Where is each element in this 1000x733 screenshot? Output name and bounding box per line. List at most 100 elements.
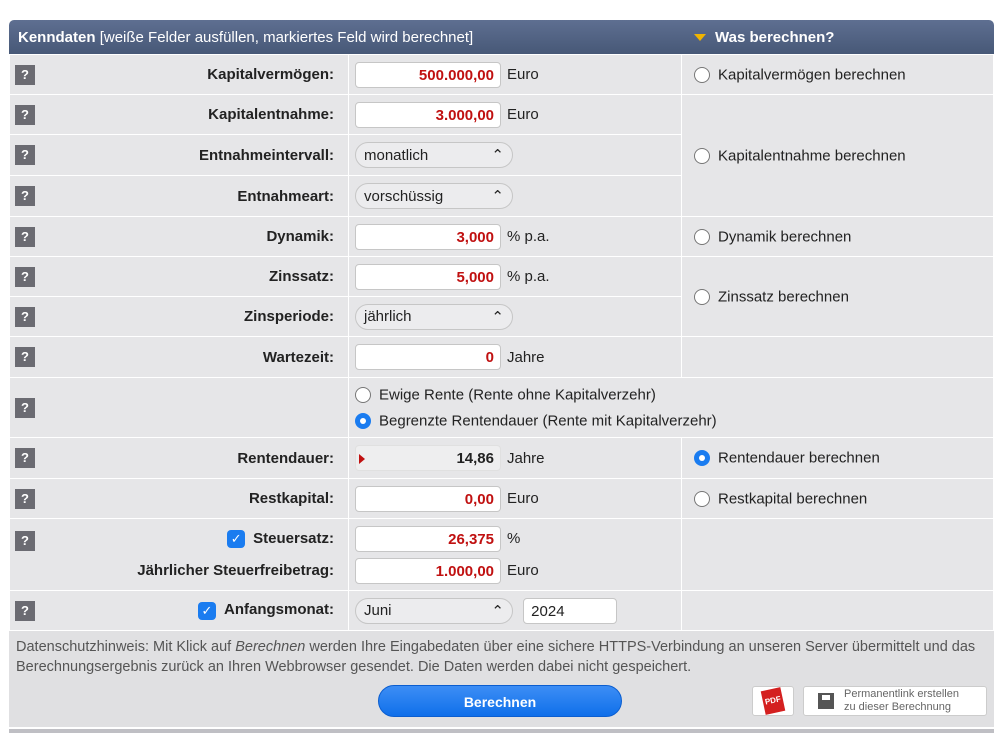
input-grid: ? Kapitalvermögen: 500.000,00 Euro Kapita…: [9, 54, 994, 631]
radio-rentendauer[interactable]: [694, 450, 710, 467]
header-title-text: Kenndaten: [18, 28, 96, 46]
help-icon[interactable]: ?: [15, 266, 35, 287]
label-wartezeit: Wartezeit:: [40, 336, 349, 378]
label-anfangsmonat: Anfangsmonat:: [224, 601, 334, 619]
updown-chevron-icon: ⌃: [491, 602, 504, 620]
updown-chevron-icon: ⌃: [491, 188, 504, 205]
help-icon[interactable]: ?: [15, 226, 35, 247]
result-marker-icon: [359, 454, 365, 464]
rentendauer-result: 14,86: [355, 445, 501, 471]
help-icon[interactable]: ?: [15, 186, 35, 206]
wartezeit-input[interactable]: 0: [355, 344, 501, 370]
kapitalentnahme-input[interactable]: 3.000,00: [355, 101, 501, 128]
updown-chevron-icon: ⌃: [491, 147, 504, 164]
select-value: monatlich: [364, 146, 429, 164]
radio-zinssatz[interactable]: [694, 288, 710, 305]
dynamik-input[interactable]: 3,000: [355, 223, 501, 250]
help-icon[interactable]: ?: [15, 600, 35, 621]
bottom-border: [9, 729, 994, 733]
option-label: Kapitalentnahme berechnen: [718, 147, 906, 165]
berechnen-button[interactable]: Berechnen: [378, 685, 622, 717]
permalink-line: zu dieser Berechnung: [844, 701, 952, 713]
steuersatz-input[interactable]: 26,375: [355, 525, 501, 552]
radio-kapitalentnahme[interactable]: [694, 147, 710, 164]
option-label: Restkapital berechnen: [718, 490, 868, 508]
help-icon[interactable]: ?: [15, 347, 35, 367]
permalink-line: Permanentlink erstellen: [844, 688, 959, 700]
floppy-disk-icon: [818, 693, 834, 709]
radio-begrenzte-rentendauer[interactable]: [355, 412, 371, 429]
option-label: Ewige Rente (Rente ohne Kapitalverzehr): [379, 386, 656, 404]
select-value: vorschüssig: [364, 187, 444, 205]
unit-text: Euro: [507, 490, 539, 507]
anfangsmonat-checkbox[interactable]: ✓: [198, 601, 216, 620]
radio-dynamik[interactable]: [694, 228, 710, 245]
restkapital-input[interactable]: 0,00: [355, 485, 501, 512]
privacy-emphasis: Berechnen: [235, 639, 306, 655]
label-kapitalvermoegen: Kapitalvermögen:: [40, 54, 349, 95]
permalink-button[interactable]: Permanentlink erstellen zu dieser Berechn…: [803, 686, 987, 716]
footer: Datenschutzhinweis: Mit Klick auf Berech…: [9, 631, 994, 727]
entnahmeart-select[interactable]: vorschüssig ⌃: [355, 183, 513, 209]
unit-text: Euro: [507, 106, 539, 123]
option-label: Dynamik berechnen: [718, 228, 852, 246]
pdf-button[interactable]: PDF: [752, 686, 794, 716]
help-icon[interactable]: ?: [15, 306, 35, 327]
what-to-calc-header[interactable]: Was berechnen?: [668, 29, 834, 46]
empty-cell: [681, 518, 994, 591]
header-bar: Kenndaten [weiße Felder ausfüllen, marki…: [9, 20, 994, 54]
calculator-panel: Kenndaten [weiße Felder ausfüllen, marki…: [9, 20, 994, 727]
triangle-down-icon: [694, 33, 706, 41]
option-label: Kapitalvermögen berechnen: [718, 66, 906, 84]
steuersatz-checkbox[interactable]: ✓: [227, 529, 246, 548]
privacy-text: Datenschutzhinweis: Mit Klick auf: [16, 639, 236, 655]
help-icon[interactable]: ?: [15, 531, 35, 551]
unit-text: Jahre: [507, 348, 545, 366]
label-freibetrag: Jährlicher Steuerfreibetrag:: [137, 561, 334, 579]
year-input[interactable]: 2024: [523, 597, 618, 624]
label-kapitalentnahme: Kapitalentnahme:: [40, 94, 349, 135]
help-icon[interactable]: ?: [15, 448, 35, 468]
option-label: Zinssatz berechnen: [718, 288, 849, 306]
zinsperiode-select[interactable]: jährlich ⌃: [355, 303, 513, 330]
help-icon[interactable]: ?: [15, 397, 35, 418]
option-label: Begrenzte Rentendauer (Rente mit Kapital…: [379, 412, 717, 430]
help-icon[interactable]: ?: [15, 145, 35, 165]
header-title: Kenndaten [weiße Felder ausfüllen, marki…: [9, 29, 668, 46]
unit-text: Euro: [507, 66, 539, 83]
rentenart-option-ewig[interactable]: Ewige Rente (Rente ohne Kapitalverzehr): [355, 382, 993, 408]
entnahmeintervall-select[interactable]: monatlich ⌃: [355, 142, 513, 168]
help-icon[interactable]: ?: [15, 64, 35, 85]
pdf-icon: PDF: [760, 687, 786, 715]
label-rentendauer: Rentendauer:: [40, 437, 349, 479]
label-entnahmeart: Entnahmeart:: [40, 175, 349, 217]
help-icon[interactable]: ?: [15, 488, 35, 509]
header-subtitle: [weiße Felder ausfüllen, markiertes Feld…: [99, 28, 474, 46]
unit-text: Jahre: [507, 449, 545, 467]
result-value: 14,86: [456, 450, 494, 467]
empty-cell: [681, 590, 994, 631]
label-dynamik: Dynamik:: [40, 216, 349, 257]
unit-text: % p.a.: [507, 268, 550, 285]
radio-restkapital[interactable]: [694, 490, 710, 507]
label-zinsperiode: Zinsperiode:: [40, 296, 349, 337]
permalink-label: Permanentlink erstellen zu dieser Berechn…: [844, 688, 959, 714]
freibetrag-input[interactable]: 1.000,00: [355, 557, 501, 584]
kapitalvermoegen-input[interactable]: 500.000,00: [355, 61, 501, 88]
steuersatz-label-row: ✓ Steuersatz:: [40, 523, 334, 555]
privacy-notice: Datenschutzhinweis: Mit Klick auf Berech…: [16, 637, 987, 677]
label-restkapital: Restkapital:: [40, 478, 349, 519]
anfangsmonat-select[interactable]: Juni ⌃: [355, 597, 513, 624]
updown-chevron-icon: ⌃: [491, 308, 504, 326]
help-icon[interactable]: ?: [15, 104, 35, 125]
option-label: Rentendauer berechnen: [718, 449, 880, 467]
radio-kapitalvermoegen[interactable]: [694, 66, 710, 83]
label-entnahmeintervall: Entnahmeintervall:: [40, 134, 349, 176]
radio-ewige-rente[interactable]: [355, 387, 371, 403]
unit-text: %: [507, 529, 521, 547]
unit-text: % p.a.: [507, 228, 550, 245]
zinssatz-input[interactable]: 5,000: [355, 263, 501, 290]
unit-text: Euro: [507, 561, 539, 579]
rentenart-option-begrenzt[interactable]: Begrenzte Rentendauer (Rente mit Kapital…: [355, 408, 993, 434]
empty-label: [40, 377, 349, 438]
